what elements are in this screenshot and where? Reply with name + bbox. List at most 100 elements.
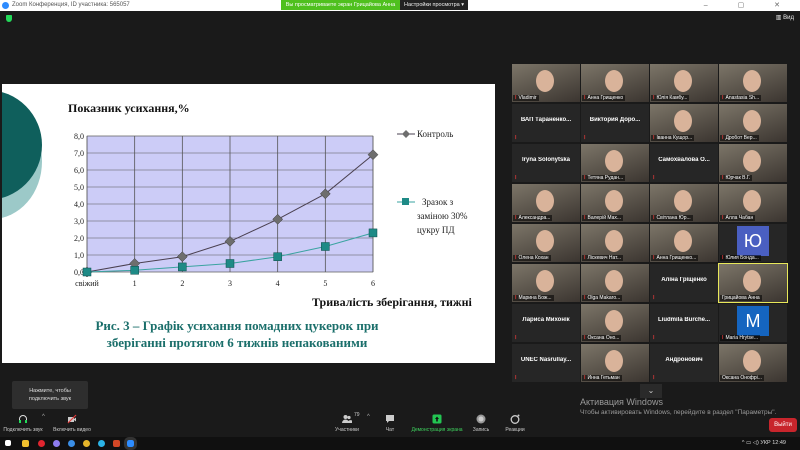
participant-video — [743, 350, 761, 372]
participant-tile[interactable]: ꟾ Олена Кохан — [512, 224, 580, 262]
leave-meeting-button[interactable]: Выйти — [769, 418, 797, 432]
audio-options-caret-icon[interactable]: ^ — [42, 414, 45, 420]
participant-tile[interactable]: ꟾ Тетяна Рудан... — [581, 144, 649, 182]
participant-name: Александра... — [518, 215, 551, 221]
view-options-button[interactable]: Настройки просмотра ▾ — [400, 0, 468, 10]
participant-tile[interactable]: Андронович ꟾ — [650, 344, 718, 382]
participant-video — [536, 70, 554, 92]
windows-start-icon[interactable] — [5, 440, 11, 446]
participant-tile[interactable]: ВАП Тараненко... ꟾ — [512, 104, 580, 142]
participant-tile[interactable]: ꟾ Anastasia Sh... — [719, 64, 787, 102]
participant-name-label: ꟾ Maria Hrytse... — [720, 335, 760, 341]
participant-name: Олена Кохан — [518, 255, 549, 261]
window-controls[interactable]: – ▢ ✕ — [704, 0, 794, 11]
participant-video — [743, 110, 761, 132]
x-tick-label: 1 — [133, 279, 137, 288]
participant-tile[interactable]: Iryna Solonytska ꟾ — [512, 144, 580, 182]
zoom-taskbar-icon[interactable] — [124, 437, 137, 450]
participant-name: Vladimir — [518, 95, 537, 101]
browser-icon[interactable] — [68, 440, 75, 447]
legend-label-zrazok: цукру ПД — [417, 225, 454, 235]
participant-tile[interactable]: ꟾ Vladimir — [512, 64, 580, 102]
participant-tile[interactable]: ꟾ Инна Гетьман — [581, 344, 649, 382]
participant-name-label: ꟾ Инна Гетьман — [582, 375, 622, 381]
participant-video — [536, 190, 554, 212]
activation-text: Чтобы активировать Windows, перейдите в … — [580, 409, 777, 416]
muted-mic-icon: ꟾ — [653, 135, 655, 141]
data-point-zrazok — [225, 259, 235, 268]
participant-tile[interactable]: ꟾ Olga Makaro... — [581, 264, 649, 302]
participant-tile[interactable]: ꟾ Юрчак В.Г. — [719, 144, 787, 182]
reactions-button[interactable]: Реакции — [502, 414, 528, 433]
participant-tile[interactable]: ꟾ Александра... — [512, 184, 580, 222]
participant-video — [674, 230, 692, 252]
participant-tile[interactable]: Аліна Гріщенко ꟾ — [650, 264, 718, 302]
chrome-icon[interactable] — [83, 440, 90, 447]
participant-tile[interactable]: ꟾ Світлана Юр... — [650, 184, 718, 222]
participant-name-label: ꟾ Іванна Кущор... — [651, 135, 695, 141]
participant-tile[interactable]: ꟾ Анна Грищенко — [581, 64, 649, 102]
start-video-button[interactable]: Включить видео — [50, 414, 94, 433]
viber-icon[interactable] — [53, 440, 60, 447]
muted-mic-icon: ꟾ — [653, 335, 655, 341]
participant-tile[interactable]: Ю ꟾ Юлия Бонда... — [719, 224, 787, 262]
participant-tile[interactable]: UNEC Nasrullay... ꟾ — [512, 344, 580, 382]
chevron-down-icon[interactable]: ⌄ — [640, 384, 662, 398]
zoom-logo-icon — [2, 2, 9, 9]
participant-name: Світлана Юр... — [656, 215, 691, 221]
reactions-label: Реакции — [505, 427, 525, 433]
participant-tile[interactable]: ꟾ Іванна Кущор... — [650, 104, 718, 142]
file-explorer-icon[interactable] — [22, 440, 29, 447]
y-tick-label: 3,0 — [74, 217, 84, 226]
participant-tile[interactable]: ꟾ Валерій Мах... — [581, 184, 649, 222]
participant-tile[interactable]: ꟾ Юлія Камбу... — [650, 64, 718, 102]
participant-avatar: M — [737, 306, 769, 336]
muted-mic-icon: ꟾ — [584, 295, 586, 301]
system-tray[interactable]: ^ ▭ ◁) УКР 12:49 — [742, 440, 786, 446]
participant-tile[interactable]: ꟾ Алла Чабан — [719, 184, 787, 222]
view-button[interactable]: ▥ Вид — [776, 14, 794, 21]
y-tick-label: 7,0 — [74, 149, 84, 158]
participant-status: ꟾ — [651, 175, 658, 181]
participant-tile[interactable]: Грицайова Анна — [718, 263, 788, 303]
participant-video — [674, 70, 692, 92]
y-tick-label: 4,0 — [74, 200, 84, 209]
record-button[interactable]: Запись — [470, 414, 492, 433]
participant-name-label: ꟾ Дробот Вер... — [720, 135, 759, 141]
participants-caret-icon[interactable]: ^ — [367, 414, 370, 420]
powerpoint-icon[interactable] — [113, 440, 120, 447]
join-audio-button[interactable]: Подключить звук — [3, 414, 43, 433]
participant-tile[interactable]: Liudmila Burche... ꟾ — [650, 304, 718, 342]
participant-name-label: ꟾ Vladimir — [513, 95, 539, 101]
video-label: Включить видео — [53, 427, 91, 433]
x-tick-label: свіжий — [75, 279, 99, 288]
participant-tile[interactable]: ꟾ Анна Грищенко... — [650, 224, 718, 262]
participant-tile[interactable]: Оксана Онофрі... — [719, 344, 787, 382]
participant-tile[interactable]: Лариса Михонік ꟾ — [512, 304, 580, 342]
edge-icon[interactable] — [98, 440, 105, 447]
participant-video — [743, 190, 761, 212]
participant-name-label: Оксана Онофрі... — [720, 375, 764, 381]
participant-tile[interactable]: ꟾ Марина Бож... — [512, 264, 580, 302]
participant-video — [605, 150, 623, 172]
participant-name-label: ꟾ Анна Грищенко... — [651, 255, 699, 261]
muted-mic-icon: ꟾ — [584, 375, 586, 381]
participant-status: ꟾ — [651, 375, 658, 381]
share-screen-button[interactable]: Демонстрация экрана — [408, 414, 466, 433]
chat-button[interactable]: Чат — [380, 414, 400, 433]
tooltip-line: подключить звук — [28, 396, 72, 402]
participant-tile[interactable]: Самохвалова О... ꟾ — [650, 144, 718, 182]
muted-mic-icon: ꟾ — [515, 175, 517, 181]
security-shield-icon[interactable] — [6, 15, 12, 22]
participant-name: Виктория Доро... — [589, 117, 641, 123]
participant-tile[interactable]: M ꟾ Maria Hrytse... — [719, 304, 787, 342]
participant-tile[interactable]: ꟾ Оксана Оно... — [581, 304, 649, 342]
participant-status: ꟾ — [513, 175, 520, 181]
participant-name-label: ꟾ Anastasia Sh... — [720, 95, 762, 101]
participant-tile[interactable]: ꟾ Дробот Вер... — [719, 104, 787, 142]
windows-taskbar: ^ ▭ ◁) УКР 12:49 — [0, 437, 800, 450]
opera-icon[interactable] — [38, 440, 45, 447]
participant-tile[interactable]: Виктория Доро... ꟾ — [581, 104, 649, 142]
chat-label: Чат — [385, 427, 395, 433]
participant-tile[interactable]: ꟾ Ліскевич Нат... — [581, 224, 649, 262]
